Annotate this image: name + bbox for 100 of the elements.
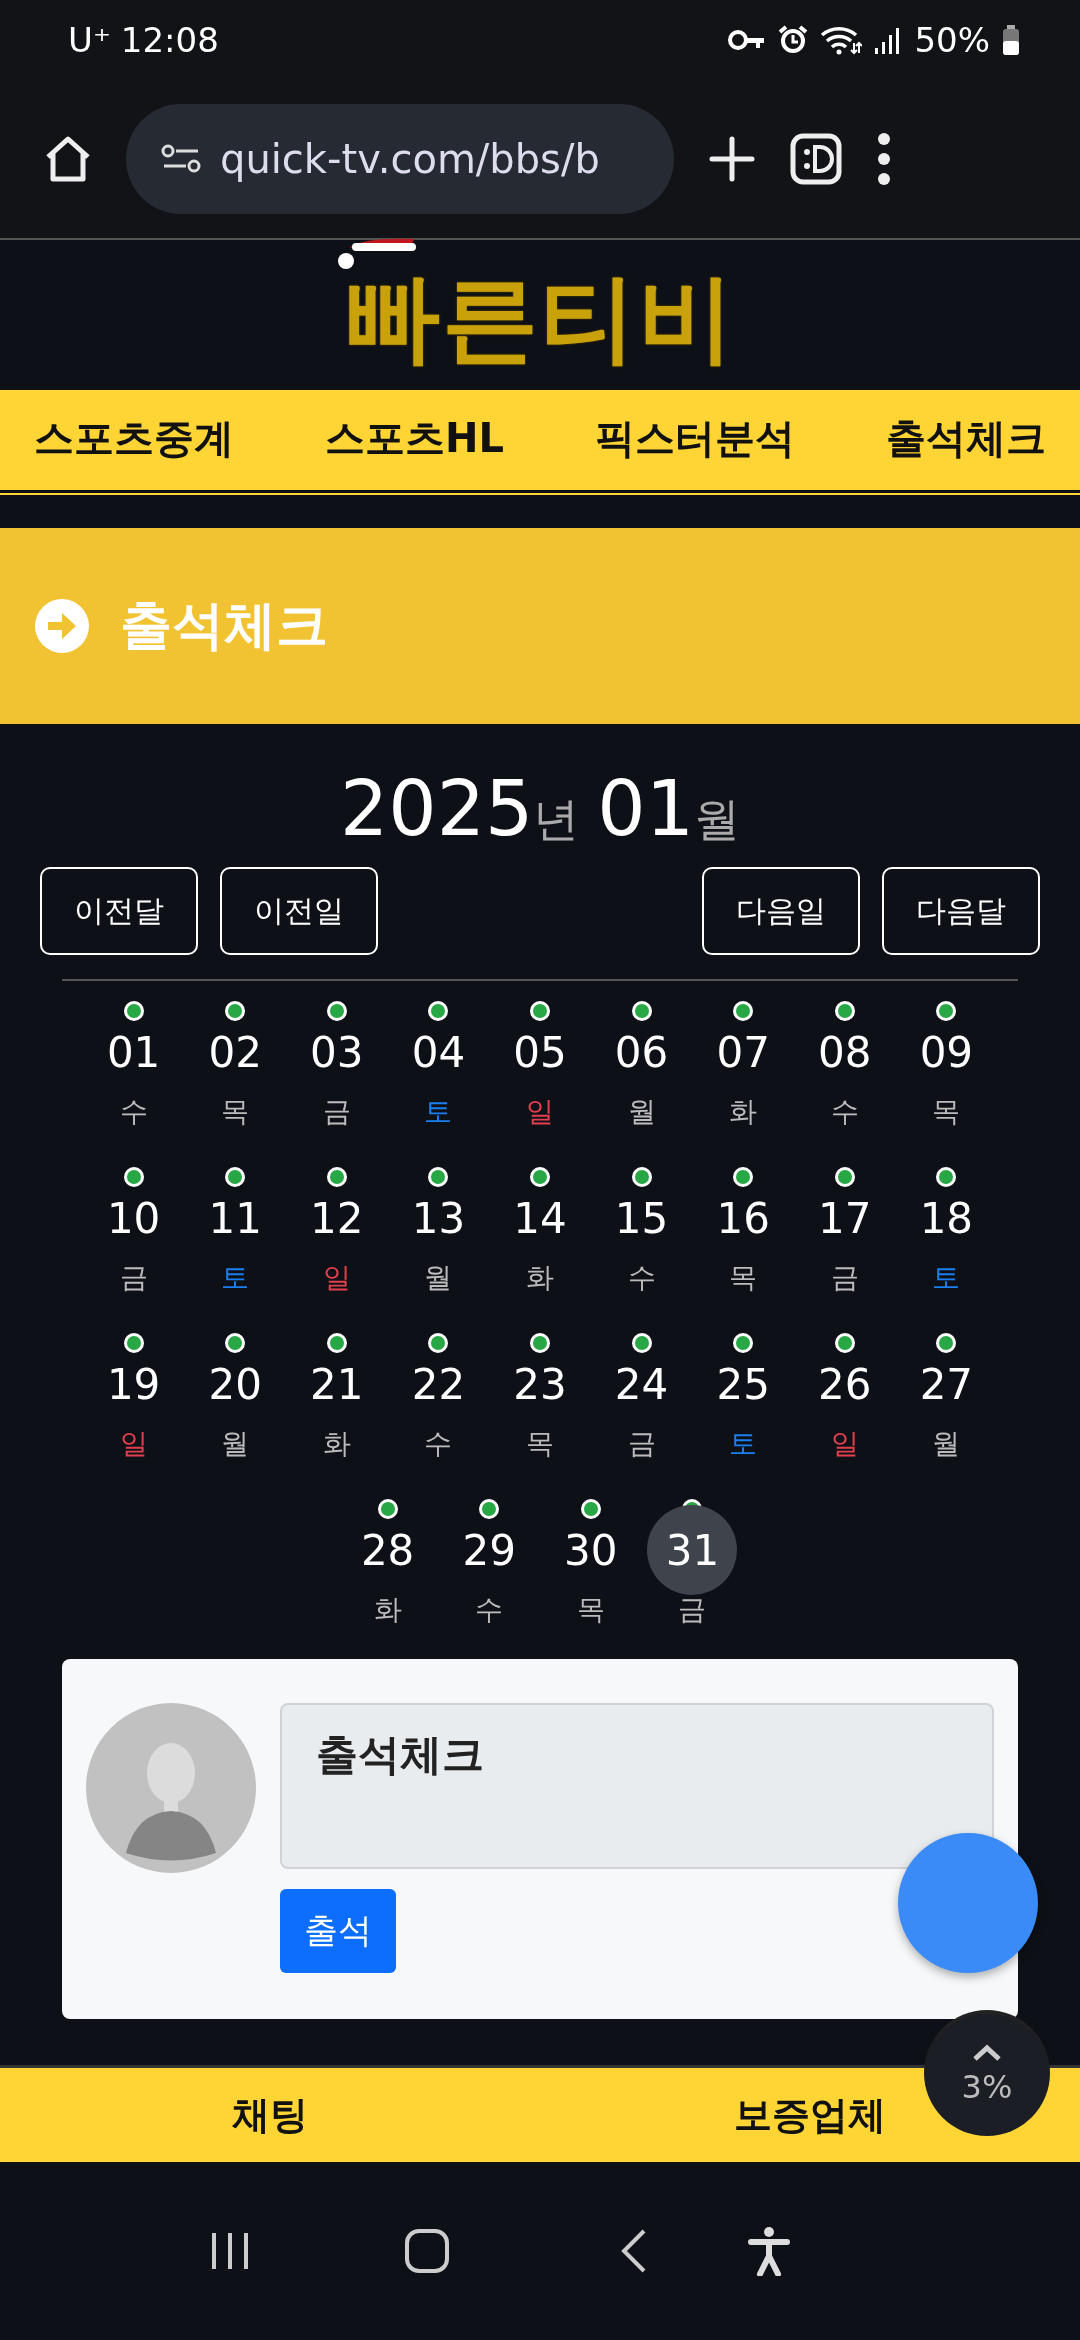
day-number[interactable]: 29: [444, 1505, 535, 1595]
day-number[interactable]: 08: [799, 1007, 890, 1097]
accessibility-icon[interactable]: [748, 2226, 790, 2276]
site-logo[interactable]: 빠른티비: [344, 262, 736, 374]
day-number[interactable]: 28: [342, 1505, 433, 1595]
day-number[interactable]: 12: [291, 1173, 382, 1263]
clock: 12:08: [120, 20, 219, 60]
day-number[interactable]: 18: [901, 1173, 992, 1263]
day-number[interactable]: 09: [901, 1007, 992, 1097]
weekday-label: 화: [373, 1592, 402, 1628]
weekday-label: 수: [475, 1592, 504, 1628]
day-number[interactable]: 04: [393, 1007, 484, 1097]
weekday-label: 일: [526, 1094, 554, 1130]
attend-button[interactable]: 출석: [280, 1889, 396, 1973]
weekday-label: 토: [729, 1426, 758, 1462]
alarm-icon: [778, 25, 809, 55]
page-title: 출석체크: [120, 594, 328, 657]
month-unit: 월: [694, 791, 741, 848]
wifi-icon: [820, 25, 863, 55]
url-text: quick-tv.com/bbs/b: [220, 136, 600, 182]
battery-icon: [1002, 25, 1020, 55]
day-number[interactable]: 17: [799, 1173, 890, 1263]
weekday-label: 월: [627, 1094, 656, 1130]
weekday-label: 금: [830, 1260, 859, 1296]
carrier-label: U⁺: [68, 20, 111, 60]
scroll-percent: 3%: [961, 2068, 1013, 2106]
weekday-label: 금: [678, 1592, 707, 1628]
day-number[interactable]: 06: [596, 1007, 687, 1097]
year-text: 2025: [339, 764, 534, 853]
nav-link[interactable]: 스포츠중계: [34, 410, 234, 466]
day-number[interactable]: 10: [88, 1173, 179, 1263]
day-number[interactable]: 13: [393, 1173, 484, 1263]
weekday-label: 목: [932, 1094, 961, 1130]
day-number[interactable]: 24: [596, 1339, 687, 1429]
nav-link[interactable]: 스포츠HL: [325, 410, 504, 466]
chevron-up-icon: [972, 2044, 1002, 2062]
weekday-label: 수: [830, 1094, 859, 1130]
weekday-label: 토: [424, 1094, 453, 1130]
day-number[interactable]: 23: [495, 1339, 585, 1429]
day-number[interactable]: 01: [88, 1007, 179, 1097]
day-number[interactable]: 15: [596, 1173, 687, 1263]
day-number[interactable]: 11: [190, 1173, 281, 1263]
weekday-label: 월: [221, 1426, 250, 1462]
more-menu-icon[interactable]: [876, 131, 892, 187]
smiley-tab-icon[interactable]: [790, 133, 842, 185]
weekday-label: 수: [627, 1260, 656, 1296]
nav-button[interactable]: 이전일: [220, 867, 378, 955]
day-number[interactable]: 19: [88, 1339, 179, 1429]
scroll-top-button[interactable]: 3%: [924, 2010, 1050, 2136]
day-number[interactable]: 25: [698, 1339, 789, 1429]
day-number[interactable]: 02: [190, 1007, 281, 1097]
weekday-label: 금: [119, 1260, 148, 1296]
day-number[interactable]: 05: [495, 1007, 585, 1097]
address-bar[interactable]: quick-tv.com/bbs/b: [126, 104, 674, 214]
weekday-label: 수: [119, 1094, 148, 1130]
weekday-label: 목: [221, 1094, 250, 1130]
nav-link[interactable]: 픽스터분석: [594, 410, 795, 466]
weekday-label: 일: [119, 1426, 148, 1462]
weekday-label: 화: [526, 1260, 554, 1296]
day-number[interactable]: 20: [190, 1339, 281, 1429]
battery-percent: 50%: [914, 20, 990, 60]
day-number[interactable]: 03: [291, 1007, 382, 1097]
weekday-label: 토: [221, 1260, 250, 1296]
month-text: 01: [597, 764, 695, 853]
nav-link[interactable]: 출석체크: [885, 410, 1046, 466]
weekday-label: 목: [526, 1426, 554, 1462]
arrow-circle-icon: [34, 598, 90, 654]
day-number[interactable]: 30: [545, 1505, 636, 1595]
day-number[interactable]: 22: [393, 1339, 484, 1429]
weekday-label: 목: [729, 1260, 758, 1296]
weekday-label: 월: [932, 1426, 961, 1462]
bottom-link[interactable]: 채팅: [0, 2089, 540, 2141]
new-tab-icon[interactable]: [708, 135, 756, 183]
nav-button[interactable]: 다음달: [882, 867, 1040, 955]
weekday-label: 금: [627, 1426, 656, 1462]
day-number[interactable]: 07: [698, 1007, 789, 1097]
day-number[interactable]: 27: [901, 1339, 992, 1429]
weekday-label: 일: [830, 1426, 859, 1462]
day-number[interactable]: 31: [647, 1505, 738, 1595]
day-number[interactable]: 14: [495, 1173, 585, 1263]
day-number[interactable]: 16: [698, 1173, 789, 1263]
nav-button[interactable]: 다음일: [702, 867, 860, 955]
back-icon[interactable]: [620, 2228, 648, 2274]
day-number[interactable]: 21: [291, 1339, 382, 1429]
weekday-label: 토: [932, 1260, 961, 1296]
weekday-label: 화: [729, 1094, 758, 1130]
home-button-icon[interactable]: [404, 2228, 450, 2274]
nav-button[interactable]: 이전달: [40, 867, 198, 955]
site-settings-icon[interactable]: [160, 144, 202, 174]
weekday-label: 목: [576, 1592, 605, 1628]
weekday-label: 월: [424, 1260, 453, 1296]
weekday-label: 일: [322, 1260, 351, 1296]
year-unit: 년: [533, 791, 580, 848]
weekday-label: 금: [322, 1094, 351, 1130]
comment-field[interactable]: 출석체크: [280, 1703, 994, 1869]
key-icon: [728, 29, 767, 51]
day-number[interactable]: 26: [799, 1339, 890, 1429]
weekday-label: 화: [322, 1426, 351, 1462]
avatar-icon: [86, 1703, 256, 1873]
weekday-label: 수: [424, 1426, 453, 1462]
